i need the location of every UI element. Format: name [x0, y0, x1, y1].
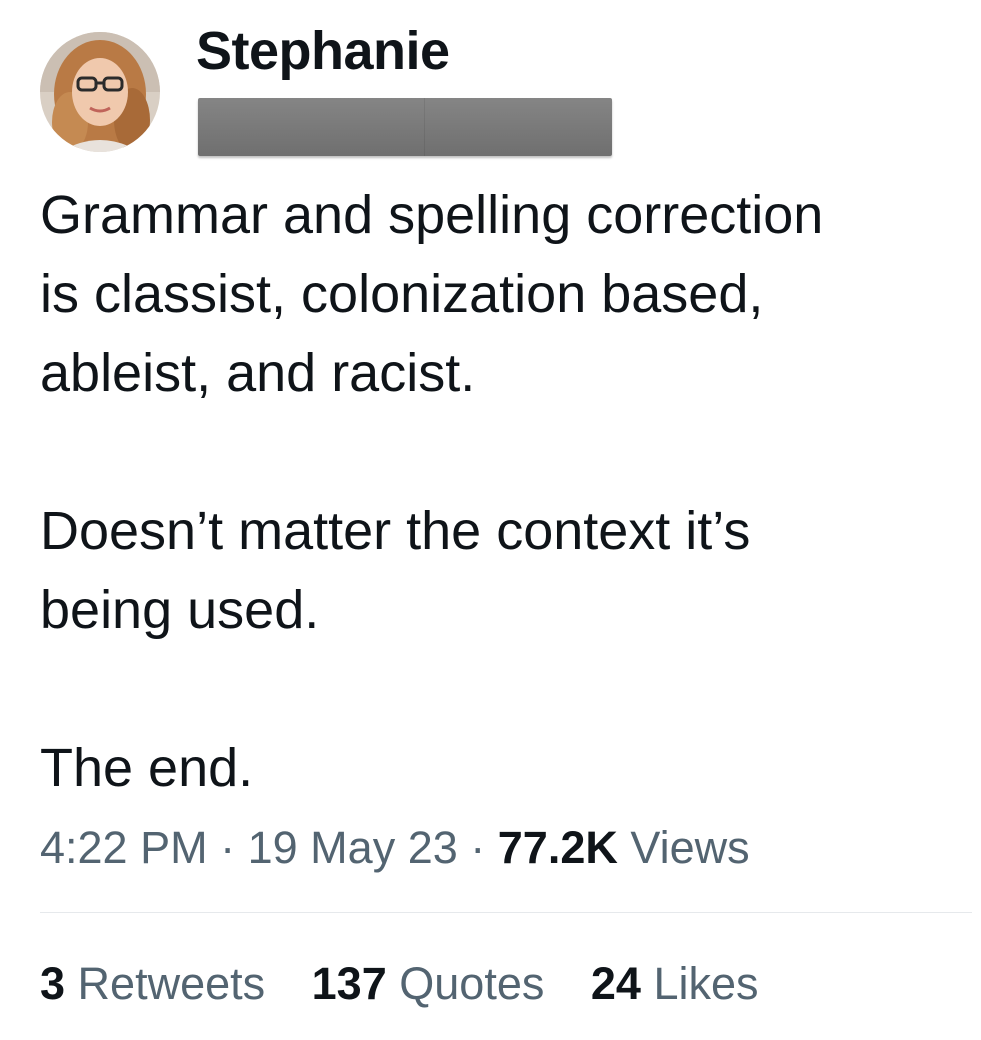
display-name[interactable]: Stephanie — [196, 18, 450, 84]
tweet-metadata: 4:22 PM · 19 May 23 · 77.2K Views — [40, 818, 750, 878]
divider — [40, 912, 972, 913]
avatar[interactable] — [40, 32, 160, 152]
likes-count: 24 — [590, 958, 641, 1009]
retweets-count: 3 — [40, 958, 66, 1009]
quotes-stat[interactable]: 137 Quotes — [312, 958, 545, 1009]
separator: · — [470, 822, 486, 873]
views-count[interactable]: 77.2K — [498, 822, 618, 873]
separator: · — [220, 822, 236, 873]
redacted-handle-bar — [198, 98, 612, 156]
quotes-label: Quotes — [399, 958, 545, 1009]
quotes-count: 137 — [311, 958, 387, 1009]
retweets-label: Retweets — [77, 958, 266, 1009]
tweet-paragraph: The end. — [40, 738, 254, 798]
tweet-paragraph: Grammar and spelling correction is class… — [40, 185, 824, 403]
views-label[interactable]: Views — [630, 822, 749, 873]
profile-photo-icon — [40, 32, 160, 152]
engagement-stats: 3 Retweets 137 Quotes 24 Likes — [40, 954, 793, 1014]
tweet-paragraph: Doesn’t matter the context it’s being us… — [40, 501, 751, 640]
tweet-text: Grammar and spelling correction is class… — [40, 176, 960, 808]
likes-stat[interactable]: 24 Likes — [591, 958, 759, 1009]
tweet-time[interactable]: 4:22 PM — [40, 822, 208, 873]
tweet: Stephanie Grammar and spelling correctio… — [0, 0, 981, 1040]
tweet-date[interactable]: 19 May 23 — [248, 822, 458, 873]
likes-label: Likes — [653, 958, 759, 1009]
retweets-stat[interactable]: 3 Retweets — [40, 958, 265, 1009]
